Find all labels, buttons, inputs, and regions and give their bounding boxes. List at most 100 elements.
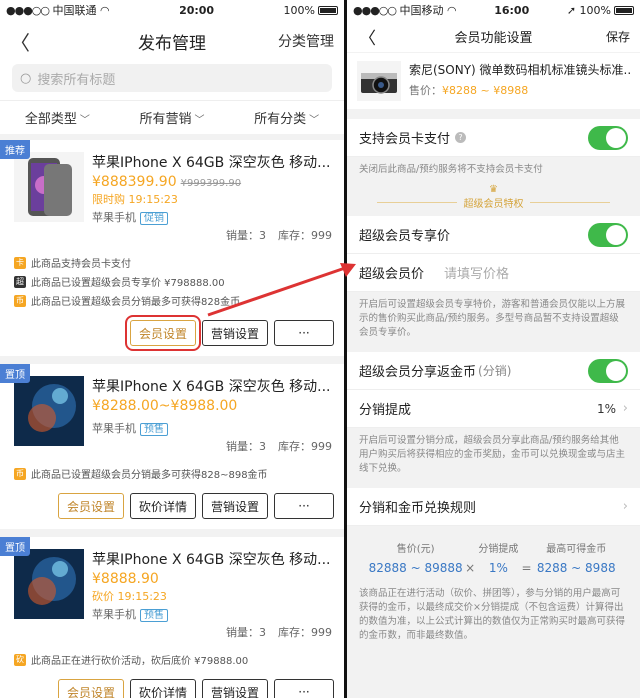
card-pay-label: 支持会员卡支付 — [359, 132, 451, 147]
exclusive-price-toggle[interactable] — [588, 222, 628, 247]
product-card: 置顶 苹果IPhone X 64GB 深空灰色 移动... ¥8288.00~¥… — [0, 364, 344, 529]
nav-bar: 〈 发布管理 分类管理 — [0, 20, 344, 62]
crown-icon: ♛ — [489, 184, 498, 195]
product-price: ¥8288.00~¥8988.00 — [92, 398, 238, 414]
commission-value: 1% — [596, 401, 616, 416]
bargain-timer: 砍价 19:15:23 — [92, 590, 167, 603]
vip-price-row: 超级会员价 请填写价格 — [347, 254, 640, 292]
filter-label: 所有分类 — [254, 112, 307, 127]
rules-label: 分销和金币兑换规则 — [359, 501, 477, 516]
divider-line — [530, 202, 610, 203]
recommend-tag: 推荐 — [0, 140, 30, 159]
product-category: 苹果手机 — [92, 422, 136, 435]
product-card: 置顶 苹果IPhone X 64GB 深空灰色 移动... ¥8888.90 砍… — [0, 537, 344, 698]
status-bar: ●●●○○ 中国联通 ◠ 20:00 100% — [0, 0, 344, 20]
wifi-icon: ◠ — [447, 4, 457, 17]
product-name: 苹果IPhone X 64GB 深空灰色 移动... — [92, 379, 331, 395]
product-price: ¥8288 ~ ¥8988 — [442, 84, 529, 97]
chevron-down-icon: ﹀ — [309, 115, 320, 126]
chevron-down-icon: ﹀ — [79, 115, 90, 126]
search-icon: ○ — [20, 70, 32, 86]
share-coin-label: 超级会员分享返金币 — [359, 365, 477, 380]
stock-count: 库存：999 — [278, 440, 332, 453]
right-phone-screen: ●●●○○ 中国移动 ◠ 16:00 ➚ 100% 〈 会员功能设置 保存 索尼… — [347, 0, 640, 698]
art-thumbnail — [14, 549, 84, 619]
status-bar: ●●●○○ 中国移动 ◠ 16:00 ➚ 100% — [347, 0, 640, 20]
more-button[interactable]: ··· — [274, 679, 334, 698]
vip-price-label: 超级会员价 — [359, 267, 425, 282]
exclusive-price-row: 超级会员专享价 — [347, 216, 640, 254]
left-phone-screen: ●●●○○ 中国联通 ◠ 20:00 100% 〈 发布管理 分类管理 ○ 搜索… — [0, 0, 344, 698]
presale-badge: 预售 — [140, 423, 168, 436]
chevron-right-icon: › — [622, 499, 628, 514]
share-coin-suffix: (分销) — [478, 364, 512, 378]
filter-type[interactable]: 全部类型 ﹀ — [25, 108, 90, 127]
product-price: ¥8888.90 — [92, 571, 159, 587]
exclusive-hint: 开启后可设置超级会员专享特价，游客和普通会员仅能以上方展示的售价购买此商品/预约… — [359, 299, 626, 338]
member-settings-button[interactable]: 会员设置 — [57, 679, 124, 698]
filter-category[interactable]: 所有分类 ﹀ — [254, 108, 319, 127]
signal-icon: ●●●○○ — [6, 4, 50, 17]
bargain-details-button[interactable]: 砍价详情 — [129, 493, 196, 519]
coin-icon: 币 — [14, 467, 26, 480]
share-coin-row: 超级会员分享返金币 (分销) — [347, 352, 640, 390]
signal-icon: ●●●○○ — [353, 4, 397, 17]
help-icon[interactable]: ? — [455, 132, 467, 143]
marketing-settings-button[interactable]: 营销设置 — [201, 679, 268, 698]
iphone-thumbnail — [14, 152, 84, 222]
note-text: 此商品正在进行砍价活动，砍后底价 ¥79888.00 — [31, 656, 249, 667]
note-bargain: 砍此商品正在进行砍价活动，砍后底价 ¥79888.00 — [14, 652, 330, 667]
formula-price: 82888 ~ 89888 — [368, 561, 463, 575]
note-coin: 币此商品已设置超级会员分销最多可获得828~898金币 — [14, 466, 330, 481]
share-hint: 开启后可设置分销分成，超级会员分享此商品/预约服务给其他用户购买后将获得相应的金… — [359, 435, 626, 474]
commission-row[interactable]: 分销提成 1% › — [347, 390, 640, 428]
vip-section-header: ♛ 超级会员特权 — [347, 183, 640, 216]
card-pay-hint: 关闭后此商品/预约服务将不支持会员卡支付 — [359, 164, 543, 175]
formula-times: × — [465, 561, 476, 575]
product-name: 索尼(SONY) 微单数码相机标准镜头标准... — [409, 63, 630, 77]
battery-icon — [317, 6, 338, 15]
more-button[interactable]: ··· — [274, 493, 334, 519]
formula-commission: 1% — [488, 561, 508, 575]
nav-bar: 〈 会员功能设置 保存 — [347, 20, 640, 52]
pinned-tag: 置顶 — [0, 537, 30, 556]
filter-label: 全部类型 — [24, 112, 77, 127]
rules-row[interactable]: 分销和金币兑换规则 › — [347, 488, 640, 526]
marketing-settings-button[interactable]: 营销设置 — [201, 493, 268, 519]
chevron-right-icon: › — [622, 401, 628, 416]
share-coin-toggle[interactable] — [588, 358, 628, 383]
section-title: 超级会员特权 — [463, 199, 524, 210]
product-name: 苹果IPhone X 64GB 深空灰色 移动... — [92, 155, 331, 171]
carrier: 中国联通 — [52, 4, 97, 17]
filter-marketing[interactable]: 所有营销 ﹀ — [139, 108, 204, 127]
member-settings-button[interactable]: 会员设置 — [57, 493, 124, 519]
battery-percent: 100% — [579, 3, 611, 17]
sales-count: 销量：3 — [226, 229, 266, 242]
formula-header: 售价(元) — [396, 544, 435, 555]
stock-count: 库存：999 — [278, 626, 332, 639]
vip-price-input[interactable]: 请填写价格 — [444, 263, 509, 282]
card-pay-row: 支持会员卡支付 ? — [347, 119, 640, 157]
back-chevron-icon[interactable]: 〈 — [359, 24, 376, 49]
annotation-arrow-icon — [207, 263, 356, 317]
save-button[interactable]: 保存 — [606, 28, 630, 45]
promo-badge: 促销 — [140, 212, 168, 225]
formula-header: 最高可得金币 — [546, 544, 607, 555]
status-time: 20:00 — [179, 3, 215, 17]
bargain-details-button[interactable]: 砍价详情 — [129, 679, 196, 698]
flash-sale-timer: 限时购 19:15:23 — [92, 193, 178, 206]
sales-count: 销量：3 — [226, 440, 266, 453]
card-icon: 卡 — [14, 256, 26, 269]
member-settings-button[interactable]: 会员设置 — [124, 315, 201, 351]
note-text: 此商品已设置超级会员专享价 ¥798888.00 — [31, 278, 225, 289]
filter-bar: 全部类型 ﹀ 所有营销 ﹀ 所有分类 ﹀ — [0, 100, 344, 134]
category-manage-button[interactable]: 分类管理 — [278, 31, 334, 51]
search-input[interactable]: ○ 搜索所有标题 — [12, 64, 332, 92]
back-chevron-icon[interactable]: 〈 — [10, 27, 30, 56]
coin-icon: 币 — [14, 294, 26, 307]
note-text: 此商品支持会员卡支付 — [31, 259, 131, 270]
card-pay-toggle[interactable] — [588, 125, 628, 150]
formula-panel: 售价(元) 分销提成 最高可得金币 82888 ~ 89888 × 1% = 8… — [347, 526, 640, 581]
wifi-icon: ◠ — [100, 4, 110, 17]
product-summary: 索尼(SONY) 微单数码相机标准镜头标准... 售价：¥8288 ~ ¥898… — [347, 53, 640, 109]
